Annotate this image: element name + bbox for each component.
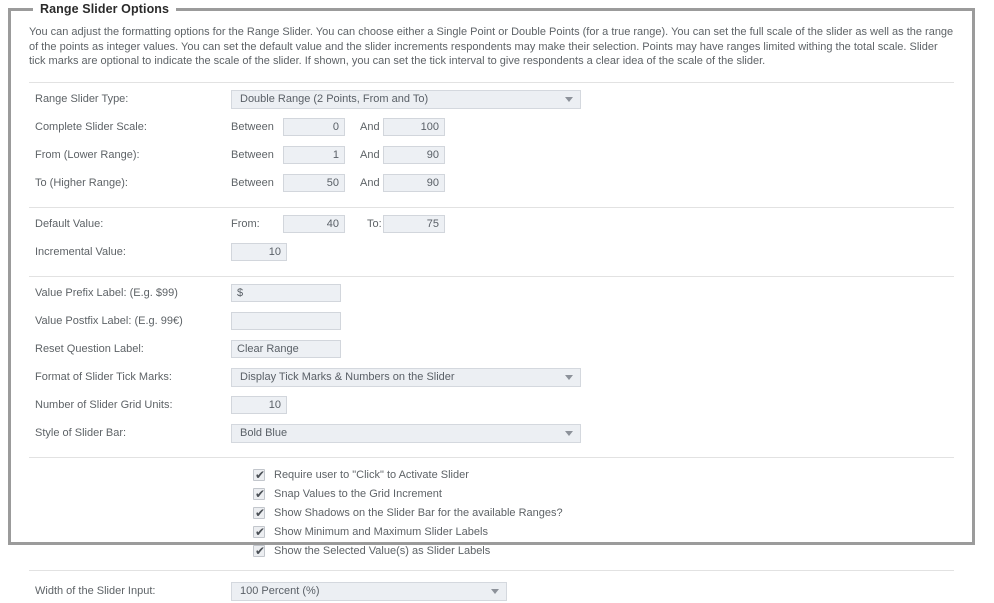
check-icon: ✔ [255, 525, 265, 539]
label-default-from: From: [231, 218, 283, 230]
input-grid-units[interactable] [231, 396, 287, 414]
label-value-prefix: Value Prefix Label: (E.g. $99) [27, 287, 231, 299]
input-reset-question[interactable] [231, 340, 341, 358]
select-tick-format-value: Display Tick Marks & Numbers on the Slid… [240, 371, 455, 383]
label-default-to: To: [345, 218, 383, 230]
checkbox-show-selected-values[interactable]: ✔ [253, 545, 265, 557]
label-between-from-lower: Between [231, 149, 283, 161]
label-bar-style: Style of Slider Bar: [27, 427, 231, 439]
chevron-down-icon [565, 431, 573, 436]
input-from-lower-min[interactable] [283, 146, 345, 164]
checkbox-row-require-click[interactable]: ✔ Require user to "Click" to Activate Sl… [253, 467, 956, 484]
input-default-from[interactable] [283, 215, 345, 233]
checkbox-row-show-selected-values[interactable]: ✔ Show the Selected Value(s) as Slider L… [253, 543, 956, 560]
input-from-lower-max[interactable] [383, 146, 445, 164]
checkbox-group: ✔ Require user to "Click" to Activate Sl… [27, 467, 956, 560]
row-bar-style: Style of Slider Bar: Bold Blue [27, 422, 956, 445]
row-value-prefix-label: Value Prefix Label: (E.g. $99) [27, 282, 956, 305]
divider-before-width [29, 570, 954, 571]
chevron-down-icon [491, 589, 499, 594]
label-reset-question: Reset Question Label: [27, 343, 231, 355]
label-slider-width: Width of the Slider Input: [27, 585, 231, 597]
row-default-value: Default Value: From: To: [27, 213, 956, 236]
select-tick-format[interactable]: Display Tick Marks & Numbers on the Slid… [231, 368, 581, 387]
checkbox-label-show-shadows: Show Shadows on the Slider Bar for the a… [274, 507, 563, 519]
checkbox-label-show-min-max: Show Minimum and Maximum Slider Labels [274, 526, 488, 538]
divider-after-default [29, 276, 954, 277]
panel-description: You can adjust the formatting options fo… [29, 25, 954, 69]
checkbox-row-show-min-max[interactable]: ✔ Show Minimum and Maximum Slider Labels [253, 524, 956, 541]
label-slider-type: Range Slider Type: [27, 93, 231, 105]
select-bar-style-value: Bold Blue [240, 427, 287, 439]
input-to-higher-max[interactable] [383, 174, 445, 192]
label-between-to-higher: Between [231, 177, 283, 189]
row-incremental-value: Incremental Value: [27, 241, 956, 264]
input-to-higher-min[interactable] [283, 174, 345, 192]
checkbox-row-snap-values[interactable]: ✔ Snap Values to the Grid Increment [253, 486, 956, 503]
input-default-to[interactable] [383, 215, 445, 233]
label-and-from-lower: And [345, 149, 383, 161]
input-complete-scale-max[interactable] [383, 118, 445, 136]
input-value-postfix[interactable] [231, 312, 341, 330]
range-slider-options-panel: Range Slider Options You can adjust the … [8, 8, 975, 545]
row-slider-width: Width of the Slider Input: 100 Percent (… [27, 580, 956, 603]
input-value-prefix[interactable] [231, 284, 341, 302]
select-bar-style[interactable]: Bold Blue [231, 424, 581, 443]
check-icon: ✔ [255, 544, 265, 558]
select-slider-width[interactable]: 100 Percent (%) [231, 582, 507, 601]
group-labels: Value Prefix Label: (E.g. $99) Value Pos… [27, 282, 956, 445]
label-tick-format: Format of Slider Tick Marks: [27, 371, 231, 383]
input-complete-scale-min[interactable] [283, 118, 345, 136]
check-icon: ✔ [255, 468, 265, 482]
row-to-higher-range: To (Higher Range): Between And [27, 172, 956, 195]
select-slider-type-value: Double Range (2 Points, From and To) [240, 93, 428, 105]
check-icon: ✔ [255, 506, 265, 520]
row-value-postfix-label: Value Postfix Label: (E.g. 99€) [27, 310, 956, 333]
group-default: Default Value: From: To: Incremental Val… [27, 213, 956, 264]
select-slider-type[interactable]: Double Range (2 Points, From and To) [231, 90, 581, 109]
checkbox-label-snap-values: Snap Values to the Grid Increment [274, 488, 442, 500]
divider-after-labels [29, 457, 954, 458]
row-complete-scale: Complete Slider Scale: Between And [27, 116, 956, 139]
label-complete-scale: Complete Slider Scale: [27, 121, 231, 133]
label-from-lower-range: From (Lower Range): [27, 149, 231, 161]
label-incremental-value: Incremental Value: [27, 246, 231, 258]
select-slider-width-value: 100 Percent (%) [240, 585, 319, 597]
chevron-down-icon [565, 97, 573, 102]
group-width: Width of the Slider Input: 100 Percent (… [27, 580, 956, 603]
checkbox-show-shadows[interactable]: ✔ [253, 507, 265, 519]
group-scale: Range Slider Type: Double Range (2 Point… [27, 88, 956, 195]
checkbox-label-require-click: Require user to "Click" to Activate Slid… [274, 469, 469, 481]
divider-after-scale [29, 207, 954, 208]
row-from-lower-range: From (Lower Range): Between And [27, 144, 956, 167]
label-grid-units: Number of Slider Grid Units: [27, 399, 231, 411]
label-to-higher-range: To (Higher Range): [27, 177, 231, 189]
panel-body: You can adjust the formatting options fo… [11, 11, 972, 542]
input-incremental-value[interactable] [231, 243, 287, 261]
checkbox-row-show-shadows[interactable]: ✔ Show Shadows on the Slider Bar for the… [253, 505, 956, 522]
row-slider-type: Range Slider Type: Double Range (2 Point… [27, 88, 956, 111]
label-value-postfix: Value Postfix Label: (E.g. 99€) [27, 315, 231, 327]
checkbox-require-click[interactable]: ✔ [253, 469, 265, 481]
divider-top [29, 82, 954, 83]
label-default-value: Default Value: [27, 218, 231, 230]
checkbox-show-min-max[interactable]: ✔ [253, 526, 265, 538]
chevron-down-icon [565, 375, 573, 380]
row-grid-units: Number of Slider Grid Units: [27, 394, 956, 417]
label-and-to-higher: And [345, 177, 383, 189]
check-icon: ✔ [255, 487, 265, 501]
label-and-complete-scale: And [345, 121, 383, 133]
row-tick-format: Format of Slider Tick Marks: Display Tic… [27, 366, 956, 389]
row-reset-question-label: Reset Question Label: [27, 338, 956, 361]
checkbox-snap-values[interactable]: ✔ [253, 488, 265, 500]
checkbox-label-show-selected-values: Show the Selected Value(s) as Slider Lab… [274, 545, 490, 557]
label-between-complete-scale: Between [231, 121, 283, 133]
